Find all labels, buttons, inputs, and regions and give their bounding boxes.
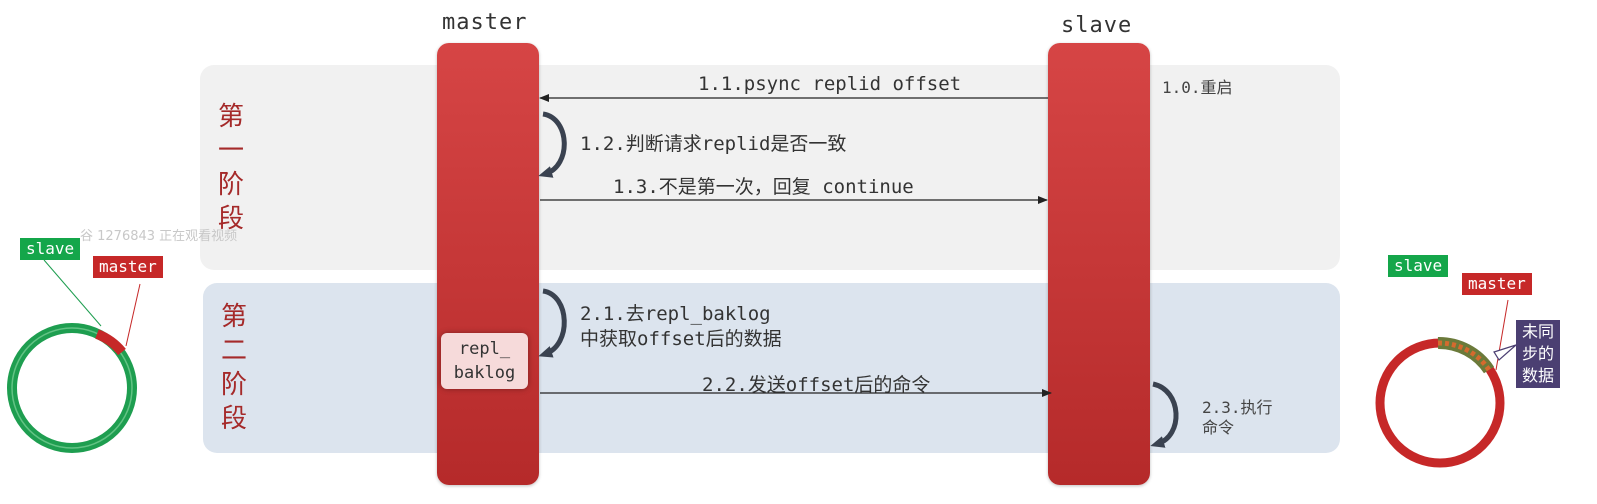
self-loop-1-2 [538,111,567,178]
right-ring-slave-tag: slave [1388,255,1449,277]
unsynced-data-label: 未同 步的 数据 [1516,320,1560,388]
step-2-1-label-line2: 中获取offset后的数据 [580,328,782,350]
step-2-2-label: 2.2.发送offset后的命令 [702,374,931,396]
right-ring-buffer [1375,299,1517,468]
left-ring-slave-tag: slave [20,238,81,260]
repl-backlog-box: repl_ baklog [441,333,528,389]
left-ring-master-tag: master [93,256,163,278]
repl-backlog-line2: baklog [453,363,516,383]
step-2-3-label-line2: 命令 [1202,418,1235,437]
right-ring-master-tag: master [1462,273,1532,295]
repl-backlog-line1: repl_ [458,339,511,359]
step-1-2-label: 1.2.判断请求replid是否一致 [580,133,847,155]
step-1-0-label: 1.0.重启 [1162,78,1233,97]
step-2-1-label-line1: 2.1.去repl_baklog [580,303,771,325]
self-loop-2-3 [1150,381,1179,448]
step-1-1-label: 1.1.psync replid offset [698,73,962,95]
left-ring-buffer [7,259,141,453]
step-1-3-label: 1.3.不是第一次，回复 continue [613,176,914,198]
watermark-text: 谷 1276843 正在观看视频 [80,229,238,244]
self-loop-2-1 [538,288,567,358]
